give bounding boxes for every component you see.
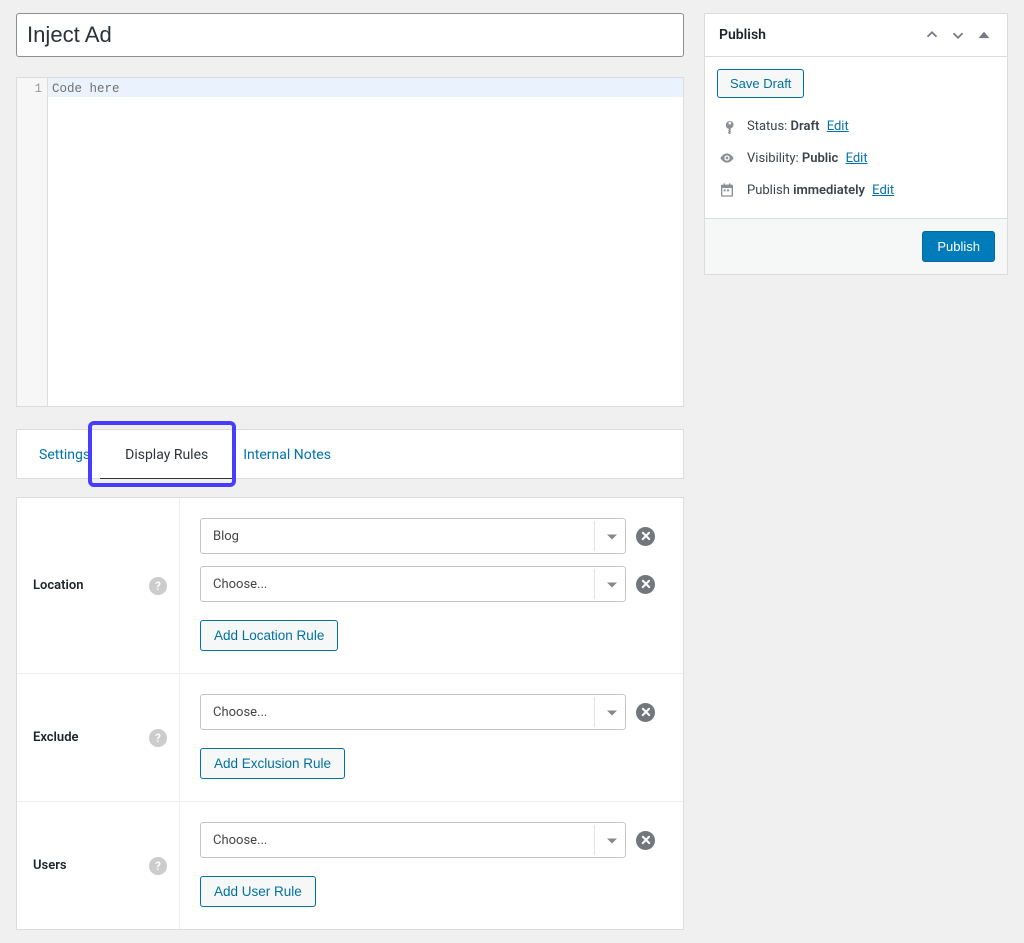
save-draft-button[interactable]: Save Draft [717,69,804,98]
rule-row-location: Location ? Blog Choose... [17,498,683,674]
tab-internal-notes[interactable]: Internal Notes [233,430,341,478]
settings-tabs-box: Settings Display Rules Internal Notes [16,429,684,479]
chevron-down-icon [607,535,617,540]
rule-row-exclude: Exclude ? Choose... Add Exclusion Rule [17,674,683,802]
add-exclusion-rule-button[interactable]: Add Exclusion Rule [200,748,345,779]
remove-icon[interactable] [636,703,655,722]
edit-visibility-link[interactable]: Edit [846,151,868,166]
remove-icon[interactable] [636,831,655,850]
schedule-label: Publish [747,183,793,198]
visibility-label: Visibility: [747,151,802,166]
code-line-1[interactable]: Code here [48,78,683,97]
remove-icon[interactable] [636,575,655,594]
code-editor[interactable]: 1 Code here [16,77,684,407]
help-icon[interactable]: ? [149,857,167,875]
status-value: Draft [791,119,820,134]
location-select-0-value: Blog [213,529,239,544]
publish-metabox: Publish Save Draft [704,13,1008,275]
eye-icon [719,150,737,166]
remove-icon[interactable] [636,527,655,546]
users-label-text: Users [33,858,67,873]
edit-status-link[interactable]: Edit [827,119,849,134]
visibility-row: Visibility: Public Edit [719,142,993,174]
schedule-value: immediately [793,183,865,198]
move-down-icon[interactable] [947,24,969,46]
location-select-0[interactable]: Blog [200,518,626,554]
title-wrap [16,13,684,57]
rule-row-users: Users ? Choose... Add User Rule [17,802,683,929]
schedule-row: Publish immediately Edit [719,174,993,206]
add-user-rule-button[interactable]: Add User Rule [200,876,316,907]
location-select-1[interactable]: Choose... [200,566,626,602]
visibility-value: Public [802,151,838,166]
tab-display-rules[interactable]: Display Rules [100,430,233,479]
users-select-0-value: Choose... [213,833,267,848]
tab-settings[interactable]: Settings [29,430,100,478]
move-up-icon[interactable] [921,24,943,46]
publish-heading: Publish [719,27,766,43]
rule-label-exclude: Exclude ? [17,674,180,801]
help-icon[interactable]: ? [149,577,167,595]
status-row: Status: Draft Edit [719,110,993,142]
display-rules-panel: Location ? Blog Choose... [16,497,684,930]
rule-label-users: Users ? [17,802,180,929]
exclude-select-0-value: Choose... [213,705,267,720]
code-gutter: 1 [17,78,48,406]
exclude-label-text: Exclude [33,730,79,745]
key-icon [719,118,737,134]
chevron-down-icon [607,711,617,716]
location-select-1-value: Choose... [213,577,267,592]
rule-label-location: Location ? [17,498,180,673]
calendar-icon [719,182,737,198]
location-label-text: Location [33,578,84,593]
post-title-input[interactable] [16,13,684,57]
exclude-select-0[interactable]: Choose... [200,694,626,730]
status-label: Status: [747,119,791,134]
add-location-rule-button[interactable]: Add Location Rule [200,620,338,651]
toggle-panel-icon[interactable] [973,24,995,46]
publish-button[interactable]: Publish [922,231,995,262]
users-select-0[interactable]: Choose... [200,822,626,858]
help-icon[interactable]: ? [149,729,167,747]
chevron-down-icon [607,583,617,588]
edit-schedule-link[interactable]: Edit [872,183,894,198]
chevron-down-icon [607,839,617,844]
